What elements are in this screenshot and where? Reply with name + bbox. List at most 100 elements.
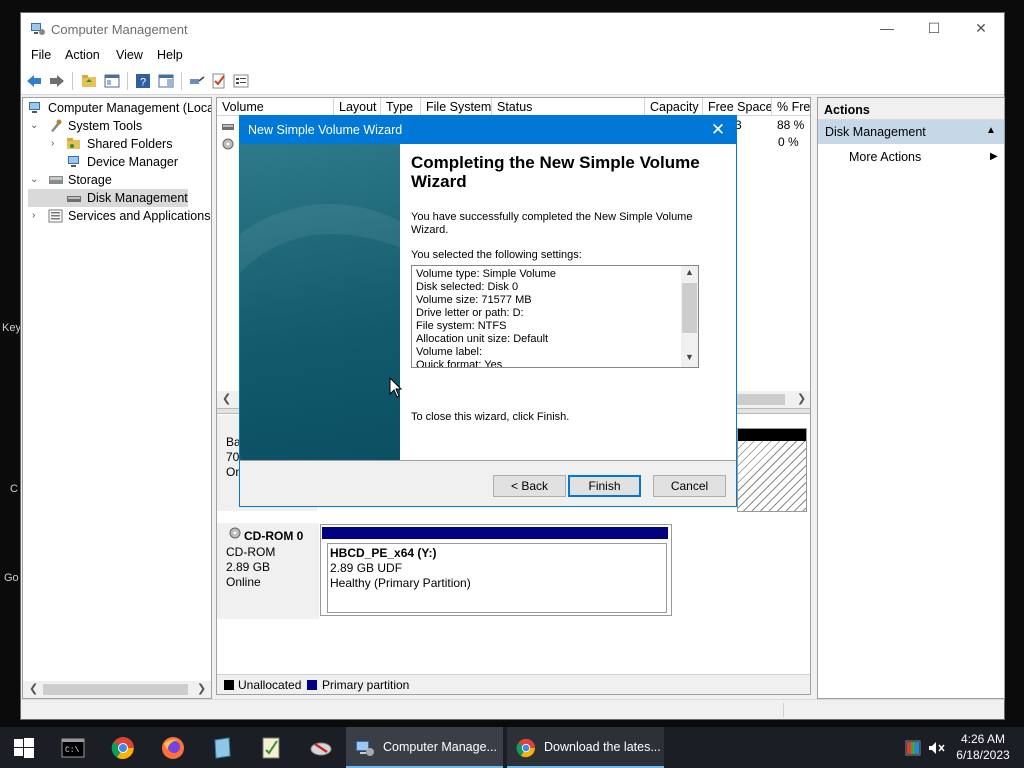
scroll-right-icon[interactable]: ❯: [197, 682, 206, 695]
menu-view[interactable]: View: [116, 48, 143, 62]
partition-name: HBCD_PE_x64 (Y:): [330, 546, 437, 560]
forward-arrow-icon[interactable]: [49, 73, 65, 89]
checklist-icon[interactable]: [211, 73, 227, 89]
column-header-file-system[interactable]: File System: [421, 98, 492, 116]
dialog-close-button[interactable]: ✕: [708, 120, 728, 140]
dialog-title-bar[interactable]: New Simple Volume Wizard ✕: [240, 116, 736, 144]
up-folder-icon[interactable]: [81, 73, 97, 89]
color-settings-tray-icon[interactable]: [905, 740, 921, 756]
volume-muted-icon[interactable]: [928, 740, 946, 756]
expand-chevron-icon[interactable]: ›: [32, 207, 44, 225]
close-button[interactable]: ✕: [958, 13, 1004, 45]
scroll-right-icon[interactable]: ❯: [797, 392, 806, 405]
settings-summary-box[interactable]: Volume type: Simple Volume Disk selected…: [411, 265, 699, 368]
primary-partition-bar: [322, 527, 668, 539]
column-header-layout[interactable]: Layout: [334, 98, 381, 116]
column-header-volume[interactable]: Volume: [217, 98, 334, 116]
window-title: Computer Management: [51, 22, 188, 37]
settings-line: Quick format: Yes: [416, 359, 503, 368]
unallocated-swatch: [224, 680, 234, 690]
column-header-free-space[interactable]: Free Space: [703, 98, 772, 116]
toolbar: ?: [21, 67, 1004, 95]
cdrom-name: CD-ROM 0: [244, 529, 304, 543]
menu-action[interactable]: Action: [65, 48, 100, 62]
scroll-left-icon[interactable]: ❮: [29, 682, 38, 695]
toolbar-separator: [127, 72, 128, 90]
legend-primary-partition: Primary partition: [322, 678, 410, 692]
title-bar[interactable]: Computer Management — ☐ ✕: [21, 13, 1004, 45]
minimize-button[interactable]: —: [864, 13, 910, 45]
more-actions-label: More Actions: [849, 150, 922, 164]
more-actions-item[interactable]: More Actions ▶: [818, 146, 1004, 168]
collapse-triangle-icon[interactable]: ▲: [986, 125, 996, 136]
settings-scrollbar[interactable]: ▲ ▼: [681, 266, 698, 367]
tree-item-disk-management[interactable]: Disk Management: [28, 189, 188, 207]
menu-file[interactable]: File: [31, 48, 51, 62]
actions-section-label: Disk Management: [825, 125, 926, 139]
taskbar-app-computer-management[interactable]: Computer Manage...: [346, 727, 503, 768]
collapse-chevron-icon[interactable]: ⌄: [30, 117, 42, 135]
partition-size: 2.89 GB UDF: [330, 561, 403, 575]
toolbar-separator: [181, 72, 182, 90]
command-prompt-icon[interactable]: C:\: [61, 736, 85, 760]
column-header-capacity[interactable]: Capacity: [645, 98, 703, 116]
help-icon[interactable]: ?: [135, 73, 151, 89]
column-header-percent-free[interactable]: % Free: [772, 98, 810, 116]
connect-icon[interactable]: [189, 73, 205, 89]
chrome-icon: [516, 738, 536, 758]
new-simple-volume-wizard-dialog: New Simple Volume Wizard ✕ Completing th…: [239, 115, 737, 507]
status-bar: [21, 699, 1004, 719]
scroll-up-icon[interactable]: ▲: [685, 267, 694, 277]
tree-horizontal-scrollbar[interactable]: ❮ ❯: [23, 681, 211, 698]
disk-management-icon: [67, 196, 81, 202]
notepad-icon[interactable]: [210, 736, 234, 760]
submenu-arrow-icon: ▶: [990, 151, 998, 162]
tree-label: Device Manager: [87, 155, 179, 169]
settings-line: Volume size: 71577 MB: [416, 294, 532, 306]
back-button[interactable]: < Back: [493, 475, 566, 497]
unallocated-bar: [738, 429, 806, 441]
cdrom-type: CD-ROM: [226, 545, 276, 559]
legend-bar: Unallocated Primary partition: [217, 674, 810, 694]
column-header-type[interactable]: Type: [381, 98, 421, 116]
firefox-icon[interactable]: [161, 736, 185, 760]
cdrom-status: Online: [226, 575, 261, 589]
scroll-left-icon[interactable]: ❮: [222, 392, 231, 405]
taskbar: C:\ Computer Manage... Download the late…: [0, 727, 1024, 768]
chrome-icon[interactable]: [111, 736, 135, 760]
collapse-chevron-icon[interactable]: ⌄: [30, 171, 42, 189]
dialog-title: New Simple Volume Wizard: [248, 123, 403, 137]
scroll-thumb[interactable]: [43, 684, 188, 695]
cdrom-size: 2.89 GB: [226, 560, 271, 574]
tree-label: Services and Applications: [68, 209, 211, 223]
disk-tool-icon[interactable]: [309, 736, 333, 760]
menu-help[interactable]: Help: [157, 48, 183, 62]
column-header-status[interactable]: Status: [492, 98, 645, 116]
properties-pane-icon[interactable]: [158, 73, 174, 89]
back-arrow-icon[interactable]: [26, 73, 42, 89]
cdrom-info[interactable]: CD-ROM 0 CD-ROM 2.89 GB Online: [217, 523, 319, 619]
cancel-button[interactable]: Cancel: [653, 475, 726, 497]
unallocated-partition[interactable]: [737, 428, 807, 512]
shared-folder-icon: [67, 138, 80, 149]
tree-label: Shared Folders: [87, 137, 173, 151]
computer-management-icon: [31, 23, 45, 35]
cdrom-partition[interactable]: HBCD_PE_x64 (Y:) 2.89 GB UDF Healthy (Pr…: [320, 524, 672, 616]
computer-management-icon: [356, 741, 374, 756]
clock[interactable]: 4:26 AM 6/18/2023: [951, 731, 1015, 763]
taskbar-app-chrome-download[interactable]: Download the lates...: [507, 727, 664, 768]
show-hide-tree-icon[interactable]: [104, 73, 120, 89]
actions-section-disk-management[interactable]: Disk Management ▲: [818, 120, 1004, 144]
menu-bar: File Action View Help: [21, 45, 1004, 67]
taskbar-app-label: Computer Manage...: [383, 740, 497, 754]
finish-button[interactable]: Finish: [568, 475, 641, 497]
document-editor-icon[interactable]: [259, 736, 283, 760]
start-windows-icon[interactable]: [12, 736, 36, 760]
list-settings-icon[interactable]: [233, 73, 249, 89]
expand-chevron-icon[interactable]: ›: [51, 135, 63, 153]
maximize-button[interactable]: ☐: [911, 13, 957, 45]
scroll-thumb[interactable]: [682, 283, 697, 333]
mouse-cursor-icon: [389, 377, 403, 398]
scroll-down-icon[interactable]: ▼: [685, 352, 694, 362]
partition-status: Healthy (Primary Partition): [330, 576, 471, 590]
